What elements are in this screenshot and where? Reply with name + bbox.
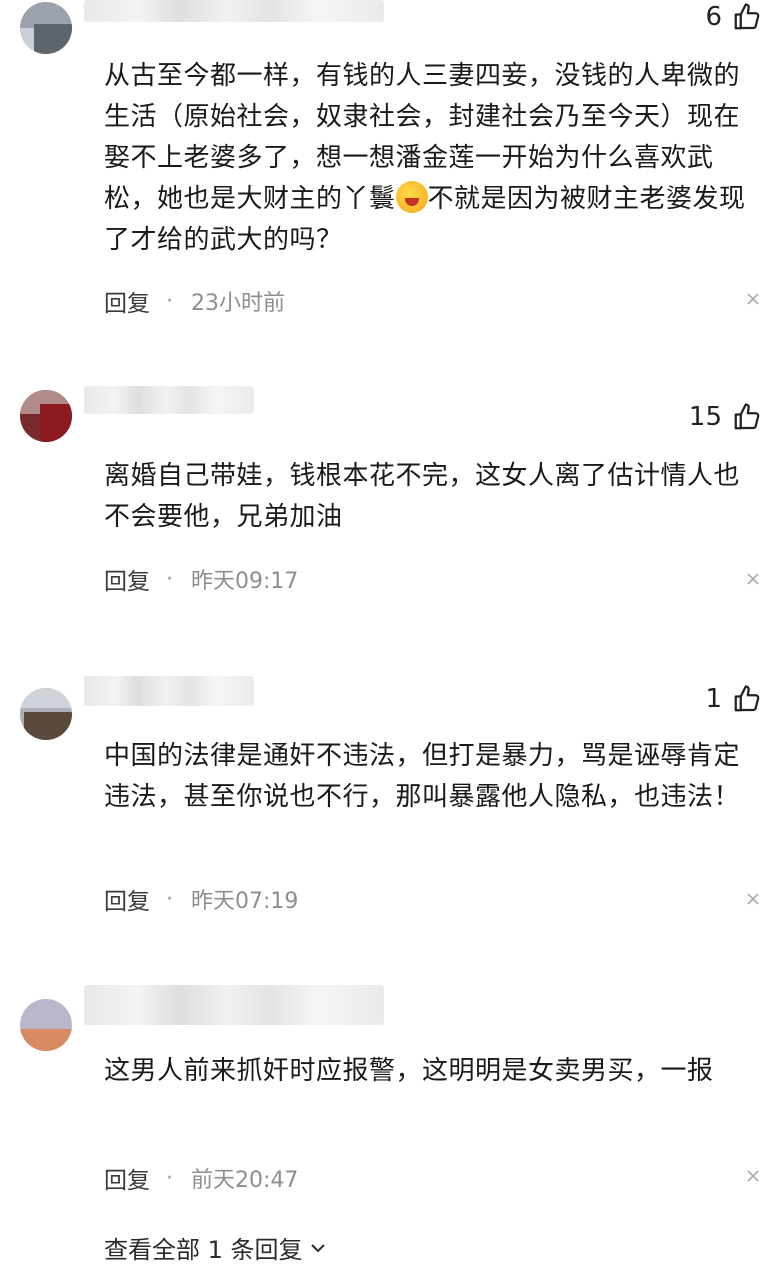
avatar[interactable] — [20, 688, 72, 740]
comment-item: 1 中国的法律是通奸不违法，但打是暴力，骂是诬辱肯定违法，甚至你说也不行，那叫暴… — [0, 670, 780, 930]
like-button[interactable]: 6 — [705, 2, 762, 32]
username-blurred[interactable] — [84, 676, 254, 706]
reply-button[interactable]: 回复 — [104, 882, 150, 916]
comment-text: 这男人前来抓奸时应报警，这明明是女卖男买，一报 — [104, 1056, 714, 1086]
avatar[interactable] — [20, 390, 72, 442]
close-icon[interactable] — [746, 572, 760, 586]
like-count: 1 — [705, 684, 722, 714]
comment-meta: 回复 · 前天20:47 — [104, 1161, 298, 1195]
avatar[interactable] — [20, 999, 72, 1051]
laughing-crying-emoji-icon — [395, 181, 428, 213]
timestamp: 23小时前 — [191, 291, 285, 316]
like-count: 6 — [705, 2, 722, 32]
separator-dot: · — [166, 886, 173, 912]
like-button[interactable]: 1 — [705, 684, 762, 714]
like-count: 15 — [688, 402, 722, 432]
comment-text: 从古至今都一样，有钱的人三妻四妾，没钱的人卑微的生活（原始社会，奴隶社会，封建社… — [104, 61, 746, 255]
reply-button[interactable]: 回复 — [104, 284, 150, 318]
like-button[interactable]: 15 — [689, 402, 762, 432]
timestamp: 昨天07:19 — [191, 889, 299, 914]
comment-meta: 回复 · 昨天07:19 — [104, 882, 298, 916]
comment-text: 离婚自己带娃，钱根本花不完，这女人离了估计情人也不会要他，兄弟加油 — [104, 461, 741, 532]
thumbs-up-icon — [734, 685, 760, 712]
chevron-down-icon — [310, 1243, 325, 1252]
timestamp: 昨天09:17 — [191, 569, 299, 594]
comment-item: 6 从古至今都一样，有钱的人三妻四妾，没钱的人卑微的生活（原始社会，奴隶社会，封… — [0, 0, 780, 340]
username-blurred[interactable] — [84, 386, 254, 414]
separator-dot: · — [166, 1165, 173, 1191]
timestamp: 前天20:47 — [191, 1168, 299, 1193]
reply-button[interactable]: 回复 — [104, 1161, 150, 1195]
comment-meta: 回复 · 昨天09:17 — [104, 562, 298, 596]
view-all-replies-button[interactable]: 查看全部 1 条回复 — [104, 1230, 327, 1265]
separator-dot: · — [166, 288, 173, 314]
reply-button[interactable]: 回复 — [104, 562, 150, 596]
avatar[interactable] — [20, 2, 72, 54]
thumbs-up-icon — [734, 3, 760, 30]
thumbs-up-icon — [734, 403, 760, 430]
comment-meta: 回复 · 23小时前 — [104, 284, 285, 318]
separator-dot: · — [166, 566, 173, 592]
view-all-label: 查看全部 1 条回复 — [104, 1236, 303, 1264]
close-icon[interactable] — [746, 892, 760, 906]
username-blurred[interactable] — [84, 985, 384, 1025]
close-icon[interactable] — [746, 1169, 760, 1183]
comment-item: 15 离婚自己带娃，钱根本花不完，这女人离了估计情人也不会要他，兄弟加油 回复 … — [0, 380, 780, 620]
comment-text: 中国的法律是通奸不违法，但打是暴力，骂是诬辱肯定违法，甚至你说也不行，那叫暴露他… — [104, 741, 741, 812]
username-blurred[interactable] — [84, 0, 384, 22]
close-icon[interactable] — [746, 292, 760, 306]
